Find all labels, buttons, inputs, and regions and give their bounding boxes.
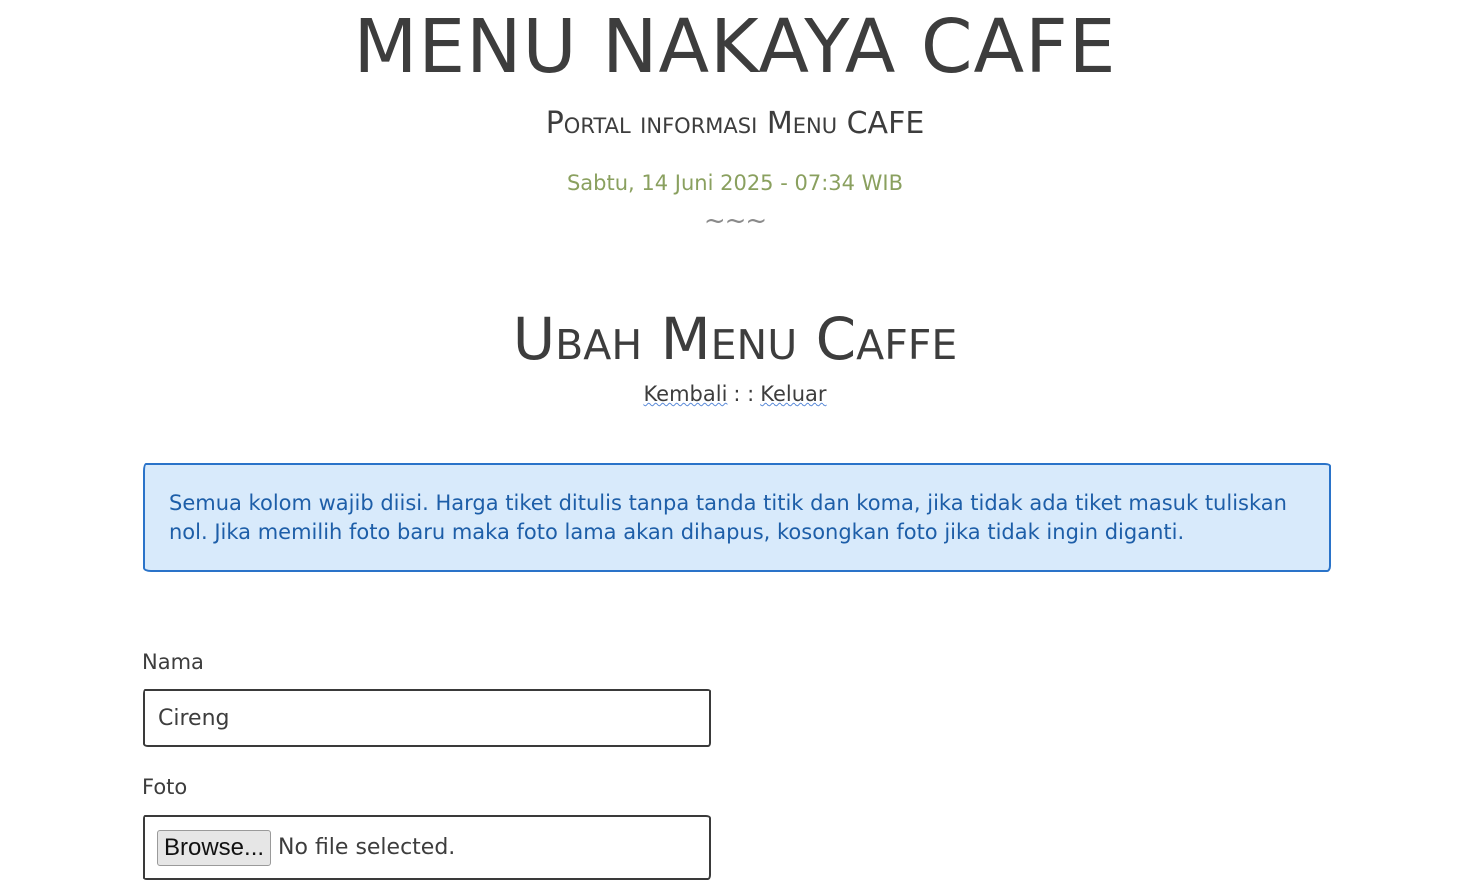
- nav-links: Kembali : : Keluar: [0, 379, 1470, 409]
- header-divider: ~~~: [703, 206, 767, 236]
- browse-button[interactable]: Browse...: [157, 829, 272, 866]
- foto-label: Foto: [142, 775, 188, 799]
- nama-label: Nama: [142, 650, 204, 674]
- site-title: MENU NAKAYA CAFE: [353, 4, 1117, 90]
- datetime-display: Sabtu, 14 Juni 2025 - 07:34 WIB: [566, 171, 904, 195]
- page-title: Ubah Menu Caffe: [512, 305, 958, 373]
- nav-separator: : :: [733, 382, 755, 406]
- nama-input[interactable]: [143, 689, 711, 747]
- info-alert: Semua kolom wajib diisi. Harga tiket dit…: [143, 463, 1331, 572]
- back-link[interactable]: Kembali: [643, 382, 727, 406]
- foto-file-input[interactable]: Browse... No file selected.: [143, 815, 711, 880]
- alert-message: Semua kolom wajib diisi. Harga tiket dit…: [169, 491, 1287, 544]
- file-status-text: No file selected.: [278, 835, 456, 860]
- site-subtitle: Portal informasi Menu CAFE: [545, 106, 925, 141]
- logout-link[interactable]: Keluar: [760, 382, 826, 406]
